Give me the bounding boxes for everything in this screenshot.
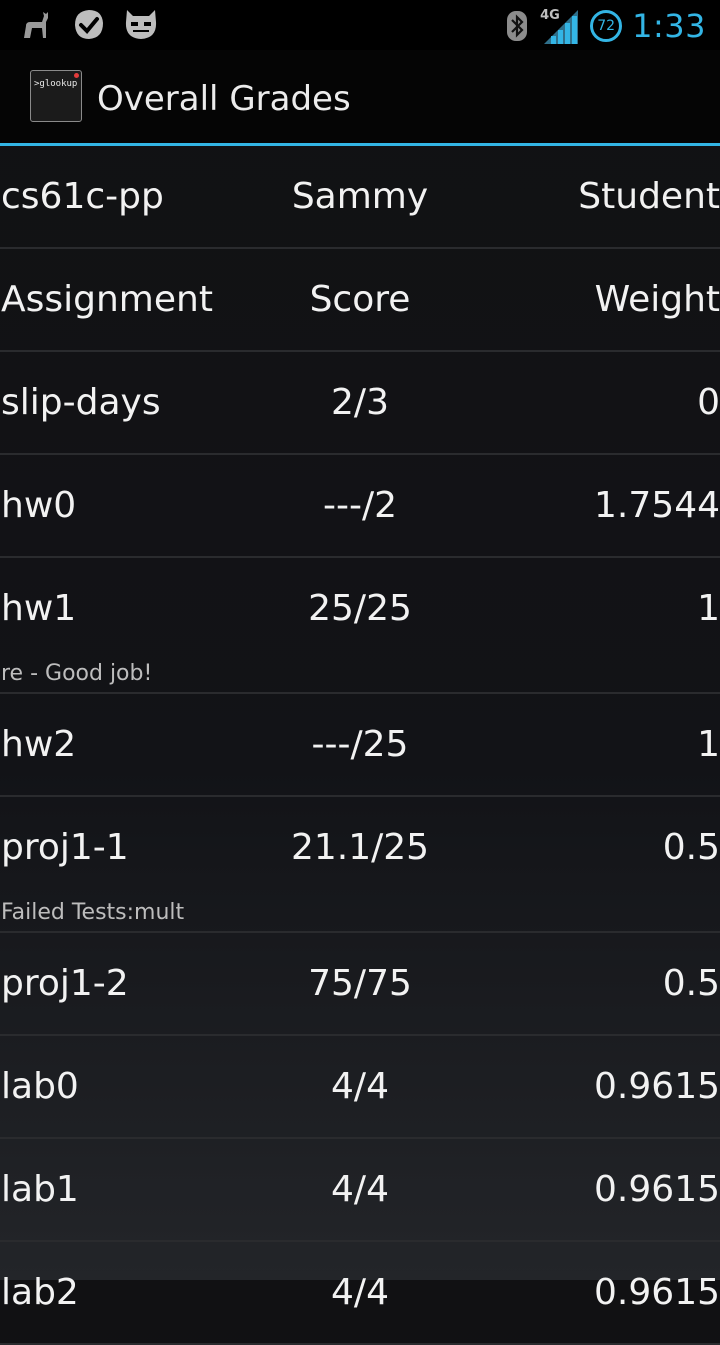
student-role: Student	[578, 176, 720, 217]
assignment-weight: 1	[697, 588, 720, 629]
app-icon[interactable]: >glookup	[30, 70, 82, 122]
bluetooth-icon	[506, 10, 528, 42]
assignment-score: 2/3	[331, 382, 389, 423]
assignment-name: proj1-1	[1, 827, 129, 868]
student-info-row: cs61c-pp Sammy Student	[0, 146, 720, 249]
assignment-name: lab1	[1, 1169, 79, 1210]
assignment-weight: 0.9615	[594, 1169, 720, 1210]
checkmark-icon	[70, 6, 108, 44]
assignment-weight: 1	[697, 724, 720, 765]
assignment-weight: 0.5	[662, 963, 720, 1004]
assignment-score: ---/25	[311, 724, 409, 765]
header-weight: Weight	[594, 279, 720, 320]
grades-table: cs61c-pp Sammy Student Assignment Score …	[0, 146, 720, 1345]
assignment-weight: 1.7544	[594, 485, 720, 526]
table-row[interactable]: lab1 4/4 0.9615	[0, 1139, 720, 1242]
class-login: cs61c-pp	[1, 176, 164, 217]
assignment-score: ---/2	[322, 485, 397, 526]
page-title: Overall Grades	[97, 79, 351, 119]
assignment-score: 25/25	[308, 588, 412, 629]
assignment-comment: Failed Tests:mult	[1, 900, 185, 925]
table-row[interactable]: proj1-2 75/75 0.5	[0, 933, 720, 1036]
assignment-name: hw1	[1, 588, 77, 629]
assignment-name: slip-days	[1, 382, 161, 423]
assignment-name: proj1-2	[1, 963, 129, 1004]
assignment-name: lab0	[1, 1066, 79, 1107]
signal-indicator: 4G	[538, 6, 580, 46]
app-icon-label: >glookup	[34, 79, 78, 89]
clock: 1:33	[632, 7, 706, 45]
signal-icon	[544, 10, 579, 44]
table-row[interactable]: hw2 ---/25 1	[0, 694, 720, 797]
battery-indicator: 72	[590, 10, 623, 42]
action-bar: >glookup Overall Grades	[0, 50, 720, 146]
assignment-score: 4/4	[331, 1169, 389, 1210]
assignment-name: lab2	[1, 1272, 79, 1313]
assignment-name: hw2	[1, 724, 77, 765]
assignment-score: 4/4	[331, 1272, 389, 1313]
assignment-weight: 0.5	[662, 827, 720, 868]
assignment-comment: re - Good job!	[1, 661, 153, 686]
student-name: Sammy	[291, 176, 429, 217]
system-status: 4G 72 1:33	[506, 4, 706, 48]
llama-icon	[18, 6, 56, 44]
table-row[interactable]: proj1-1 21.1/25 0.5 Failed Tests:mult	[0, 797, 720, 933]
table-row[interactable]: lab0 4/4 0.9615	[0, 1036, 720, 1139]
robot-icon	[122, 6, 160, 44]
status-bar: 4G 72 1:33	[0, 0, 720, 50]
table-row[interactable]: hw1 25/25 1 re - Good job!	[0, 558, 720, 694]
table-row[interactable]: slip-days 2/3 0	[0, 352, 720, 455]
table-row[interactable]: hw0 ---/2 1.7544	[0, 455, 720, 558]
header-score: Score	[309, 279, 411, 320]
assignment-name: hw0	[1, 485, 77, 526]
table-header-row: Assignment Score Weight	[0, 249, 720, 352]
assignment-score: 21.1/25	[290, 827, 430, 868]
app-icon-indicator	[74, 73, 79, 78]
assignment-score: 4/4	[331, 1066, 389, 1107]
assignment-weight: 0.9615	[594, 1066, 720, 1107]
assignment-weight: 0	[697, 382, 720, 423]
table-row[interactable]: lab2 4/4 0.9615	[0, 1242, 720, 1345]
notification-icons	[18, 6, 160, 44]
assignment-score: 75/75	[308, 963, 412, 1004]
header-assignment: Assignment	[1, 279, 213, 320]
assignment-weight: 0.9615	[594, 1272, 720, 1313]
